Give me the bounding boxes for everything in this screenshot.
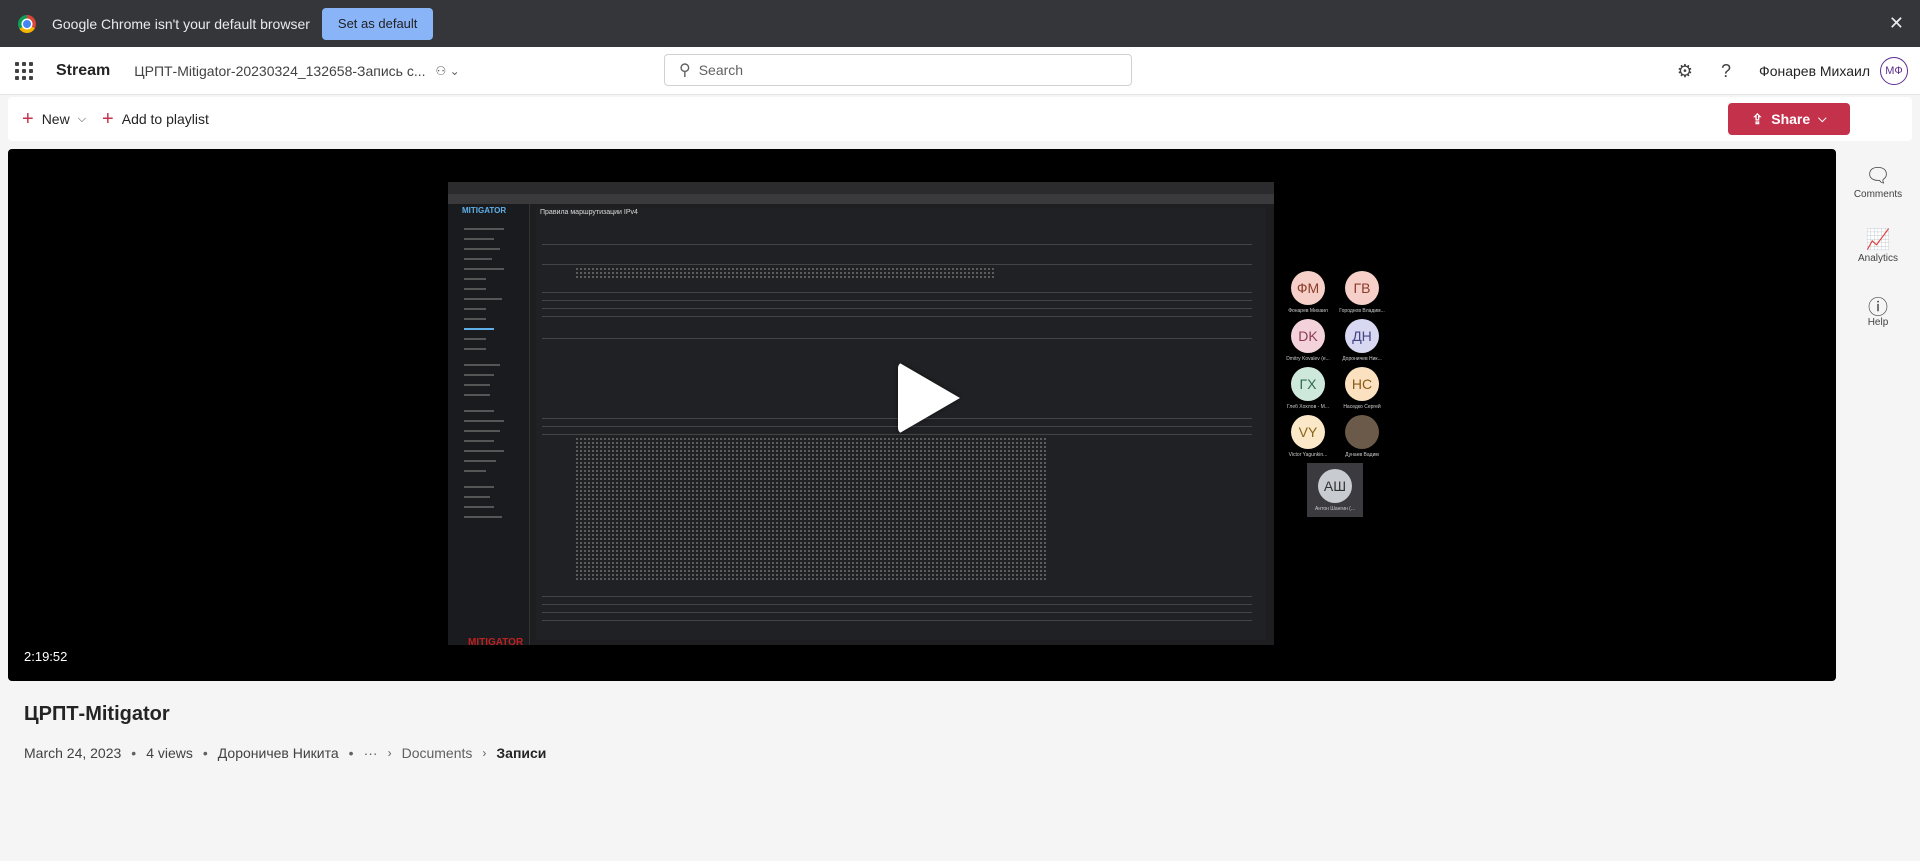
user-name[interactable]: Фонарев Михаил: [1759, 63, 1870, 79]
share-icon: ⇪: [1751, 110, 1764, 127]
app-name[interactable]: Stream: [56, 62, 110, 80]
search-icon: ⚲: [679, 62, 691, 79]
app-header: Stream ЦРПТ-Mitigator-20230324_132658-За…: [0, 47, 1920, 95]
participant-name: Фонарев Михаил: [1288, 308, 1328, 314]
participant-name: Антон Шангин (...: [1315, 506, 1355, 512]
participant-name: Dmitry Kovalev (е...: [1286, 356, 1330, 362]
comments-label: Comments: [1853, 189, 1903, 200]
screen-logo: MITIGATOR: [462, 206, 507, 215]
video-title: ЦРПТ-Mitigator: [24, 703, 170, 725]
participant-name: Дороничев Ник...: [1342, 356, 1382, 362]
add-to-playlist-label: Add to playlist: [121, 111, 209, 127]
breadcrumb-zapisi[interactable]: Записи: [496, 745, 546, 761]
close-icon[interactable]: ✕: [1889, 13, 1904, 34]
avatar: НС: [1345, 367, 1379, 401]
screen-footer-logo: MITIGATOR: [468, 637, 524, 648]
avatar: VY: [1291, 415, 1325, 449]
plus-icon: +: [22, 107, 34, 130]
chevron-down-icon: ⌵: [77, 112, 87, 125]
plus-icon: +: [102, 107, 114, 130]
analytics-button[interactable]: 📈 Analytics: [1836, 227, 1920, 264]
set-as-default-button[interactable]: Set as default: [321, 7, 434, 40]
help-icon: ⓘ: [1868, 297, 1888, 319]
participant-name: Городнов Владим...: [1339, 308, 1385, 314]
new-label: New: [41, 111, 70, 127]
avatar: ФМ: [1291, 271, 1325, 305]
avatar: ГВ: [1345, 271, 1379, 305]
help-question-icon[interactable]: ?: [1721, 61, 1731, 82]
avatar: АШ: [1318, 469, 1352, 503]
participant-tile: АШ Антон Шангин (...: [1307, 463, 1363, 517]
breadcrumb-documents[interactable]: Documents: [402, 745, 473, 761]
chevron-right-icon: ›: [387, 746, 392, 760]
help-label: Help: [1867, 317, 1889, 328]
new-button[interactable]: + New ⌵: [22, 108, 86, 131]
search-box[interactable]: ⚲ Search: [664, 54, 1132, 86]
default-browser-infobar: Google Chrome isn't your default browser…: [0, 0, 1920, 47]
infobar-message: Google Chrome isn't your default browser: [52, 15, 310, 32]
participant-tile: ГВ Городнов Владим...: [1334, 271, 1390, 314]
play-icon: [898, 362, 960, 434]
sharing-chevron-down-icon[interactable]: ⚇ ⌄: [436, 64, 460, 78]
avatar: DK: [1291, 319, 1325, 353]
command-bar: + New ⌵ + Add to playlist ⇪ Share ⌵: [8, 97, 1912, 141]
video-player[interactable]: MITIGATOR MITIGATOR Правила маршрутизаци…: [8, 149, 1836, 681]
share-button[interactable]: ⇪ Share ⌵: [1728, 103, 1850, 135]
author-name[interactable]: Дороничев Никита: [218, 745, 339, 761]
screen-heading: Правила маршрутизации IPv4: [540, 209, 638, 216]
comment-icon: 🗨: [1865, 165, 1891, 187]
settings-gear-icon[interactable]: ⚙: [1677, 61, 1693, 82]
view-count: 4 views: [146, 745, 193, 761]
app-launcher-icon[interactable]: [15, 61, 33, 80]
upload-date: March 24, 2023: [24, 745, 122, 761]
avatar[interactable]: МФ: [1880, 57, 1908, 85]
search-input[interactable]: Search: [699, 62, 743, 78]
shared-screen-frame: MITIGATOR MITIGATOR Правила маршрутизаци…: [448, 182, 1274, 648]
participant-tile: Дунаев Вадим: [1334, 415, 1390, 458]
avatar: ГХ: [1291, 367, 1325, 401]
right-rail: 🗨 Comments 📈 Analytics ⓘ Help: [1836, 149, 1920, 449]
share-label: Share: [1771, 111, 1811, 127]
video-metadata: March 24, 2023 • 4 views • Дороничев Ник…: [24, 745, 547, 761]
participant-tile: НС Наседко Сергей: [1334, 367, 1390, 410]
comments-button[interactable]: 🗨 Comments: [1836, 163, 1920, 200]
document-title: ЦРПТ-Mitigator-20230324_132658-Запись с.…: [134, 62, 426, 79]
participant-name: Глеб Хохлов - М...: [1286, 404, 1329, 410]
participant-tile: ГХ Глеб Хохлов - М...: [1280, 367, 1336, 410]
avatar: [1345, 415, 1379, 449]
participant-tile: DK Dmitry Kovalev (е...: [1280, 319, 1336, 362]
participant-name: Дунаев Вадим: [1345, 452, 1379, 458]
chart-icon: 📈: [1865, 229, 1891, 251]
shared-screen-sidebar: MITIGATOR MITIGATOR: [448, 204, 530, 648]
participant-tile: VY Victor Yagunkin...: [1280, 415, 1336, 458]
help-button[interactable]: ⓘ Help: [1836, 291, 1920, 328]
participant-name: Victor Yagunkin...: [1288, 452, 1328, 458]
avatar: ДН: [1345, 319, 1379, 353]
chevron-down-icon: ⌵: [1818, 112, 1827, 125]
video-duration: 2:19:52: [24, 649, 68, 664]
breadcrumb-more-button[interactable]: ···: [364, 745, 378, 761]
chrome-logo-icon: [18, 14, 36, 33]
participant-name: Наседко Сергей: [1343, 404, 1381, 410]
chevron-right-icon: ›: [482, 746, 487, 760]
analytics-label: Analytics: [1857, 253, 1898, 264]
participant-tile: ДН Дороничев Ник...: [1334, 319, 1390, 362]
participant-tile: ФМ Фонарев Михаил: [1280, 271, 1336, 314]
add-to-playlist-button[interactable]: + Add to playlist: [102, 108, 209, 131]
